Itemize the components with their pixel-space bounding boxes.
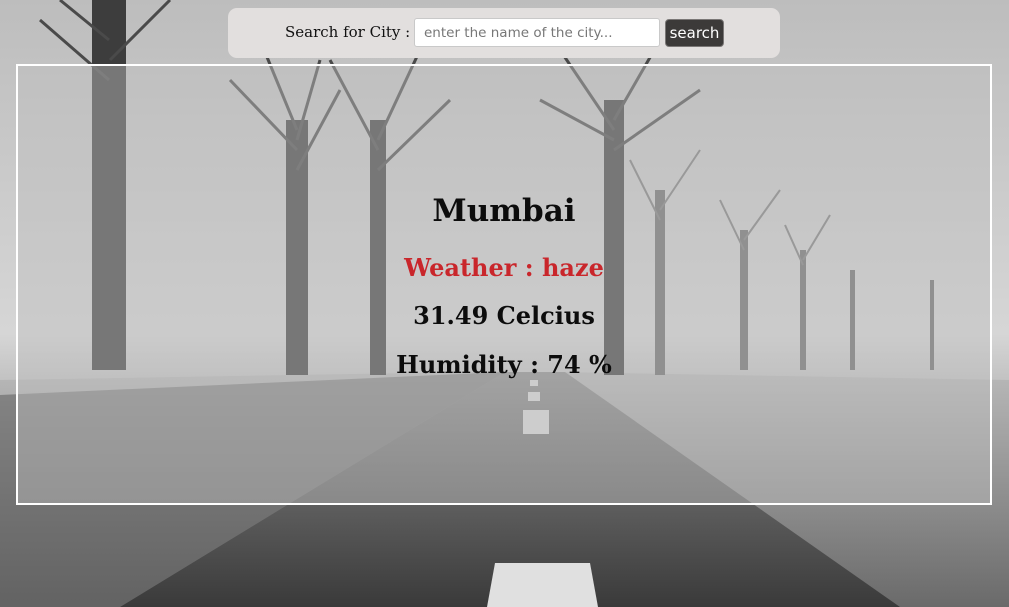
search-label: Search for City : xyxy=(285,23,411,41)
weather-condition: Weather : haze xyxy=(404,253,604,282)
city-search-input[interactable] xyxy=(414,18,660,47)
temperature: 31.49 Celcius xyxy=(413,301,595,330)
search-button[interactable]: search xyxy=(665,19,724,47)
humidity: Humidity : 74 % xyxy=(396,350,612,379)
city-name: Mumbai xyxy=(432,193,576,229)
weather-card: Mumbai Weather : haze 31.49 Celcius Humi… xyxy=(16,64,992,505)
search-bar: Search for City : search xyxy=(228,8,780,58)
